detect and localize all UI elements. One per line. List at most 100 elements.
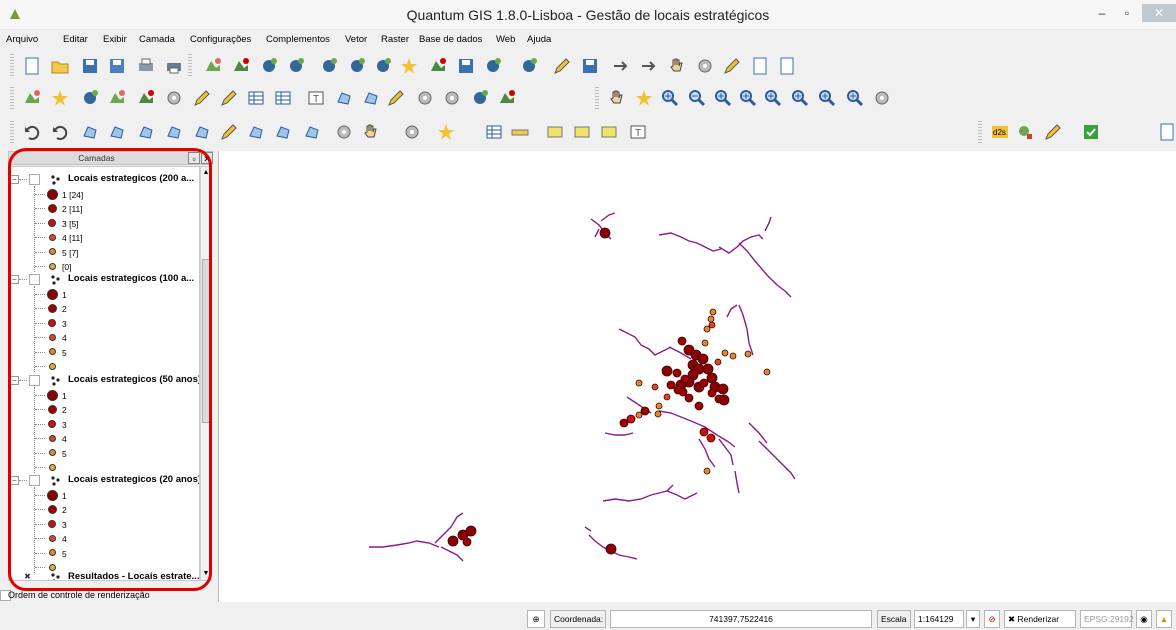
- d2s-plugin-icon[interactable]: d2s: [990, 122, 1010, 142]
- poly2-icon[interactable]: [361, 88, 381, 108]
- float-panel-button[interactable]: ▫: [188, 152, 200, 164]
- capture-icon[interactable]: [192, 88, 212, 108]
- delete-part-icon[interactable]: [164, 122, 184, 142]
- save-edits-icon[interactable]: [580, 56, 600, 76]
- layers-tree[interactable]: − Locais estrategicos (200 a... 1 [24] 2 [1…: [8, 166, 200, 581]
- strategic-site-point[interactable]: [699, 427, 709, 437]
- menu-editar[interactable]: Editar: [63, 34, 88, 45]
- strategic-site-point[interactable]: [697, 353, 709, 365]
- zoom-next-icon[interactable]: [817, 88, 837, 108]
- strategic-site-point[interactable]: [462, 537, 472, 547]
- plugin-manager-icon[interactable]: [1015, 122, 1035, 142]
- strategic-site-point[interactable]: [666, 380, 676, 390]
- save-as-icon[interactable]: [107, 56, 127, 76]
- add-oracle-icon[interactable]: [483, 56, 503, 76]
- toolbar-grip[interactable]: [595, 87, 599, 111]
- rotate-symbols-icon[interactable]: [334, 122, 354, 142]
- menu-raster[interactable]: Raster: [381, 34, 409, 45]
- undo-icon[interactable]: [22, 122, 42, 142]
- strategic-site-point[interactable]: [714, 358, 722, 366]
- coordinate-field[interactable]: 741397,7522416: [610, 610, 872, 628]
- add-group-icon[interactable]: [107, 88, 127, 108]
- zoom-last-icon[interactable]: [790, 88, 810, 108]
- layer-visibility-checkbox[interactable]: [29, 274, 40, 285]
- add-part-icon[interactable]: [107, 122, 127, 142]
- toolbar-grip[interactable]: [10, 121, 14, 145]
- rect-icon[interactable]: [246, 88, 266, 108]
- add-delimited-icon[interactable]: [456, 56, 476, 76]
- strategic-site-point[interactable]: [465, 525, 477, 537]
- strategic-site-point[interactable]: [706, 433, 716, 443]
- layer-props-icon[interactable]: [136, 88, 156, 108]
- raster-icon[interactable]: [497, 88, 517, 108]
- add-feature-icon[interactable]: [610, 56, 630, 76]
- add-wfs-icon[interactable]: [373, 56, 393, 76]
- menu-complementos[interactable]: Complementos: [266, 34, 330, 45]
- strategic-site-point[interactable]: [672, 368, 682, 378]
- layer-name[interactable]: Locais estrategicos (50 anos): [68, 374, 199, 385]
- open-project-icon[interactable]: [50, 56, 70, 76]
- strategic-site-point[interactable]: [654, 410, 662, 418]
- add-ring-icon[interactable]: [80, 122, 100, 142]
- layer-expander[interactable]: −: [10, 476, 19, 485]
- strategic-site-point[interactable]: [718, 394, 730, 406]
- scroll-up-icon[interactable]: ▲: [201, 168, 211, 178]
- menu-web[interactable]: Web: [496, 34, 515, 45]
- map-tips-icon[interactable]: [545, 122, 565, 142]
- layer-expander[interactable]: −: [10, 275, 19, 284]
- toolbar-grip[interactable]: [10, 54, 14, 78]
- node-tool-icon[interactable]: [667, 56, 687, 76]
- menu-vetor[interactable]: Vetor: [345, 34, 367, 45]
- scroll-thumb[interactable]: [202, 259, 211, 423]
- overview-icon[interactable]: [164, 88, 184, 108]
- add-spatialite-icon[interactable]: [286, 56, 306, 76]
- menu-ajuda[interactable]: Ajuda: [527, 34, 551, 45]
- layer-name[interactable]: Locais estrategicos (200 a...: [68, 173, 194, 184]
- menu-configura-es[interactable]: Configurações: [190, 34, 251, 45]
- strategic-site-point[interactable]: [677, 336, 687, 346]
- scroll-down-icon[interactable]: ▼: [201, 569, 211, 579]
- run-action-icon[interactable]: [402, 122, 422, 142]
- strategic-site-point[interactable]: [707, 388, 717, 398]
- menu-camada[interactable]: Camada: [139, 34, 175, 45]
- map-canvas[interactable]: [218, 151, 1176, 602]
- add-wms-icon[interactable]: [347, 56, 367, 76]
- delete-ring-icon[interactable]: [136, 122, 156, 142]
- refresh-icon[interactable]: [872, 88, 892, 108]
- add-raster-layer-icon[interactable]: [231, 56, 251, 76]
- strategic-site-point[interactable]: [599, 227, 611, 239]
- strategic-site-point[interactable]: [717, 383, 729, 395]
- strategic-site-point[interactable]: [619, 418, 629, 428]
- zoom-native-icon[interactable]: [845, 88, 865, 108]
- pan-selection-icon[interactable]: [634, 88, 654, 108]
- layer-expander[interactable]: ✖: [23, 573, 32, 581]
- strategic-site-point[interactable]: [708, 321, 716, 329]
- close-button[interactable]: ✕: [1142, 4, 1176, 22]
- toolbar-grip[interactable]: [978, 121, 982, 145]
- add-virtual-icon[interactable]: [519, 56, 539, 76]
- menu-base-de-dados[interactable]: Base de dados: [419, 34, 482, 45]
- merge-selected-icon[interactable]: [273, 122, 293, 142]
- scale-dropdown-icon[interactable]: ▾: [966, 610, 980, 628]
- strategic-site-point[interactable]: [707, 315, 715, 323]
- new-shapefile-icon[interactable]: [399, 56, 419, 76]
- strategic-site-point[interactable]: [702, 363, 714, 375]
- python-console-icon[interactable]: [1043, 122, 1063, 142]
- strategic-site-point[interactable]: [744, 350, 752, 358]
- toggle-editing-icon[interactable]: [552, 56, 572, 76]
- layer-name[interactable]: Locais estrategicos (20 anos): [68, 474, 199, 485]
- layer-name[interactable]: Resultados - Locais estrate...: [68, 571, 199, 580]
- strategic-site-point[interactable]: [680, 374, 690, 384]
- layer-visibility-checkbox[interactable]: [29, 475, 40, 486]
- line-icon[interactable]: [219, 88, 239, 108]
- copy-features-icon[interactable]: [750, 56, 770, 76]
- minimize-button[interactable]: –: [1091, 4, 1113, 22]
- layer-name[interactable]: Locais estrategicos (100 a...: [68, 273, 194, 284]
- coordinate-toggle-icon[interactable]: ⊕: [527, 610, 545, 628]
- layer-visibility-checkbox[interactable]: [29, 375, 40, 386]
- zoom-in-icon[interactable]: [660, 88, 680, 108]
- cut-features-icon[interactable]: [722, 56, 742, 76]
- strategic-site-point[interactable]: [703, 325, 711, 333]
- delete-selected-icon[interactable]: [695, 56, 715, 76]
- square-icon[interactable]: [273, 88, 293, 108]
